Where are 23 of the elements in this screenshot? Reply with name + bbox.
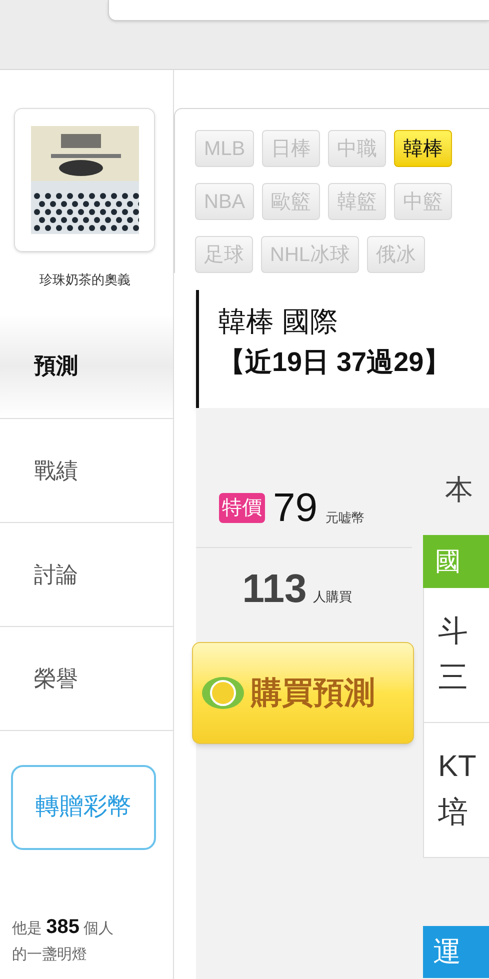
price-unit: 元嘘幣 bbox=[326, 508, 364, 526]
gift-coins-button[interactable]: 轉贈彩幣 bbox=[11, 764, 156, 850]
buyer-unit: 人購買 bbox=[312, 588, 352, 606]
match-row[interactable]: 斗 三 bbox=[423, 588, 489, 723]
team-name: KT bbox=[438, 749, 478, 785]
match-row[interactable]: KT 培 bbox=[423, 723, 489, 858]
sale-badge: 特價 bbox=[219, 493, 265, 523]
coin-icon bbox=[201, 675, 245, 711]
section-heading: 本 bbox=[444, 473, 474, 507]
league-header: 國 bbox=[423, 535, 489, 588]
record-text: 【近19日 37過29】 bbox=[218, 346, 452, 379]
team-name: 培 bbox=[438, 795, 469, 831]
tag-button[interactable]: 韓棒 bbox=[394, 130, 452, 167]
buy-prediction-button[interactable]: 購買預測 bbox=[192, 642, 414, 744]
price-amount: 79 bbox=[273, 487, 318, 529]
team-name: 三 bbox=[438, 660, 469, 696]
search-bar[interactable] bbox=[108, 0, 489, 21]
lamp-text: 他是 385 個人 的一盞明燈 bbox=[12, 914, 115, 964]
lottery-button[interactable]: 運 bbox=[423, 926, 489, 978]
title-text: 韓棒 國際 bbox=[218, 305, 339, 339]
team-name: 斗 bbox=[438, 614, 469, 650]
buyer-count: 113 bbox=[242, 568, 307, 610]
profile-name: 珍珠奶茶的奧義 bbox=[38, 271, 132, 289]
